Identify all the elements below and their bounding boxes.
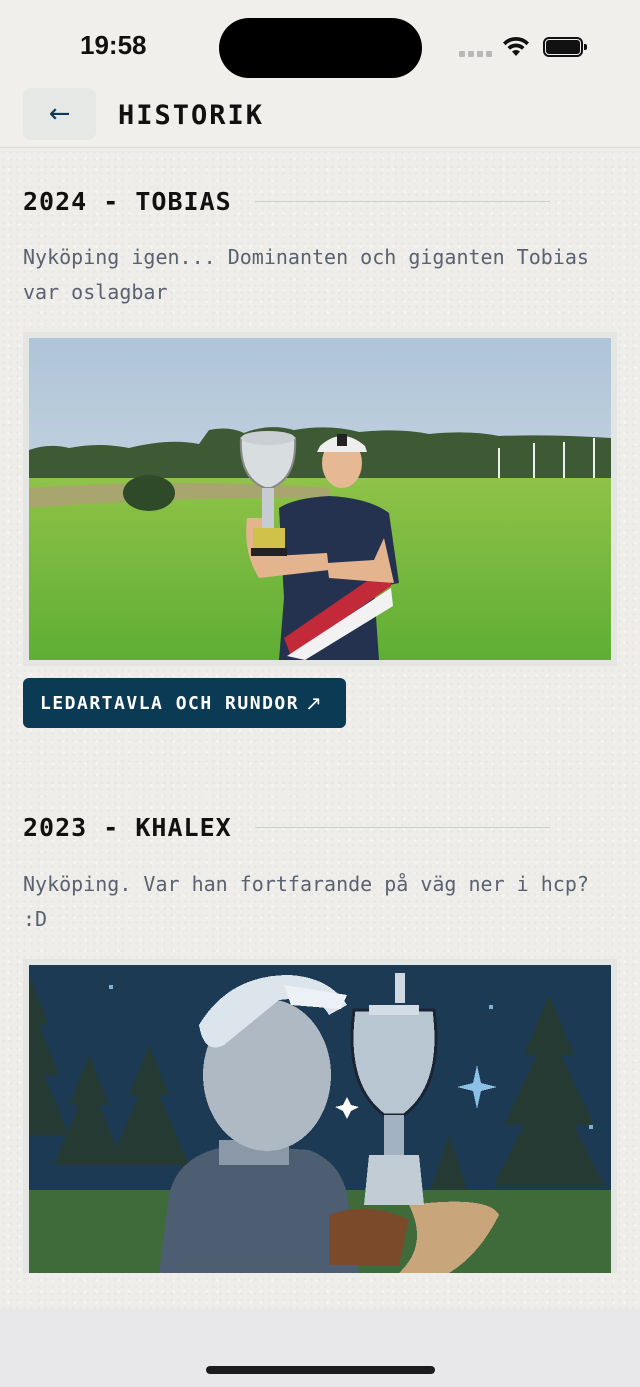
winner-photo-image — [29, 338, 611, 660]
battery-icon — [543, 37, 587, 57]
pixel-art-image — [29, 965, 611, 1273]
wifi-icon — [503, 36, 529, 56]
leaderboard-and-rounds-button[interactable]: LEDARTAVLA OCH RUNDOR ↗ — [23, 678, 346, 728]
winner-photo-2024 — [23, 332, 617, 666]
back-arrow-icon: ← — [48, 99, 71, 129]
bottom-safe-area — [0, 1309, 640, 1387]
section-divider — [255, 827, 550, 828]
cellular-signal-icon — [459, 51, 492, 57]
entry-description-2023: Nyköping. Var han fortfarande på väg ner… — [23, 872, 589, 931]
history-list[interactable]: 2024 - TOBIAS Nyköping igen... Dominante… — [0, 149, 640, 1309]
entry-description-2024: Nyköping igen... Dominanten och giganten… — [23, 245, 589, 304]
top-nav-bar: ← HISTORIK — [0, 88, 640, 148]
section-divider — [255, 201, 550, 202]
page-title: HISTORIK — [118, 100, 265, 131]
dynamic-island — [219, 18, 422, 78]
home-indicator[interactable] — [206, 1366, 435, 1374]
leaderboard-button-label: LEDARTAVLA OCH RUNDOR — [40, 692, 300, 714]
entry-title-2024: 2024 - TOBIAS — [23, 187, 232, 216]
entry-title-2023: 2023 - KHALEX — [23, 813, 232, 842]
status-bar: 19:58 — [0, 0, 640, 88]
winner-photo-2023 — [23, 959, 617, 1273]
external-link-icon: ↗ — [305, 691, 324, 715]
back-button[interactable]: ← — [23, 88, 96, 140]
status-time: 19:58 — [80, 30, 147, 60]
